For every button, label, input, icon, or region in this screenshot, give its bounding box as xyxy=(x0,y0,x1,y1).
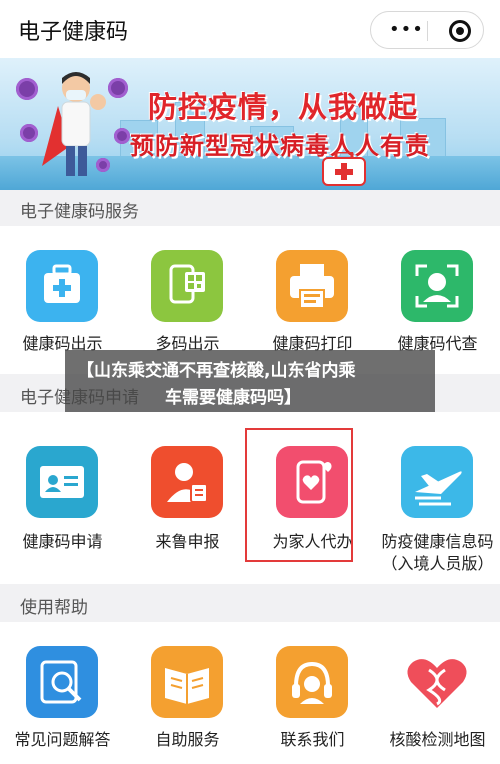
tile-contact-us[interactable]: 联系我们 xyxy=(250,622,375,764)
section-header-service: 电子健康码服务 xyxy=(0,190,500,226)
campaign-banner[interactable]: 防控疫情，从我做起 预防新型冠状病毒人人有责 xyxy=(0,58,500,190)
tile-label: 来鲁申报 xyxy=(155,532,220,551)
dna-heart-icon xyxy=(401,646,473,718)
more-options-icon[interactable]: ••• xyxy=(389,21,424,39)
section-title: 电子健康码服务 xyxy=(20,202,139,222)
tile-label: 常见问题解答 xyxy=(14,730,111,749)
mini-program-capsule: ••• xyxy=(370,11,484,49)
tile-label: 健康码申请 xyxy=(22,532,103,551)
banner-slogan-line1: 防控疫情，从我做起 xyxy=(148,90,419,124)
app-header: 电子健康码 ••• xyxy=(0,0,500,58)
close-target-icon[interactable] xyxy=(449,20,471,42)
tile-self-service[interactable]: 自助服务 xyxy=(125,622,250,764)
medical-kit-icon xyxy=(26,250,98,322)
tile-nucleic-test-map[interactable]: 核酸检测地图 xyxy=(375,622,500,764)
section-title: 使用帮助 xyxy=(20,598,88,618)
capsule-divider xyxy=(427,21,428,41)
section-header-help: 使用帮助 xyxy=(0,586,500,622)
virus-icon xyxy=(16,78,38,100)
banner-slogan-line2: 预防新型冠状病毒人人有责 xyxy=(130,132,430,160)
tile-come-to-shandong-report[interactable]: 来鲁申报 xyxy=(125,412,250,584)
doctor-hero-illustration xyxy=(42,72,106,176)
page-title: 电子健康码 xyxy=(18,20,129,45)
printer-icon xyxy=(276,250,348,322)
id-card-icon xyxy=(26,446,98,518)
tile-label: 联系我们 xyxy=(280,730,345,749)
tile-label: 自助服务 xyxy=(155,730,220,749)
book-icon xyxy=(151,646,223,718)
airplane-icon xyxy=(401,446,473,518)
tile-label: 防疫健康信息码 xyxy=(381,532,494,551)
multi-qr-code-icon xyxy=(151,250,223,322)
tile-sublabel: （入境人员版） xyxy=(381,554,494,573)
overlay-title-line2: 车需要健康码吗】 xyxy=(165,388,301,408)
magnifier-icon xyxy=(26,646,98,718)
virus-icon xyxy=(114,128,130,144)
virus-icon xyxy=(108,78,128,98)
headset-icon xyxy=(276,646,348,718)
tile-health-code-apply[interactable]: 健康码申请 xyxy=(0,412,125,584)
virus-icon xyxy=(20,124,38,142)
article-title-overlay: 【山东乘交通不再查核酸,山东省内乘 车需要健康码吗】 xyxy=(65,350,435,412)
tile-label: 核酸检测地图 xyxy=(389,730,486,749)
person-document-icon xyxy=(151,446,223,518)
help-grid: 常见问题解答 自助服务 联系我们 核酸检测地图 xyxy=(0,622,500,764)
first-aid-kit-icon xyxy=(322,152,366,186)
tile-epidemic-info-code[interactable]: 防疫健康信息码 （入境人员版） xyxy=(375,412,500,584)
tile-faq[interactable]: 常见问题解答 xyxy=(0,622,125,764)
highlight-frame xyxy=(245,428,353,562)
face-scan-icon xyxy=(401,250,473,322)
overlay-title-line1: 【山东乘交通不再查核酸,山东省内乘 xyxy=(77,361,356,381)
